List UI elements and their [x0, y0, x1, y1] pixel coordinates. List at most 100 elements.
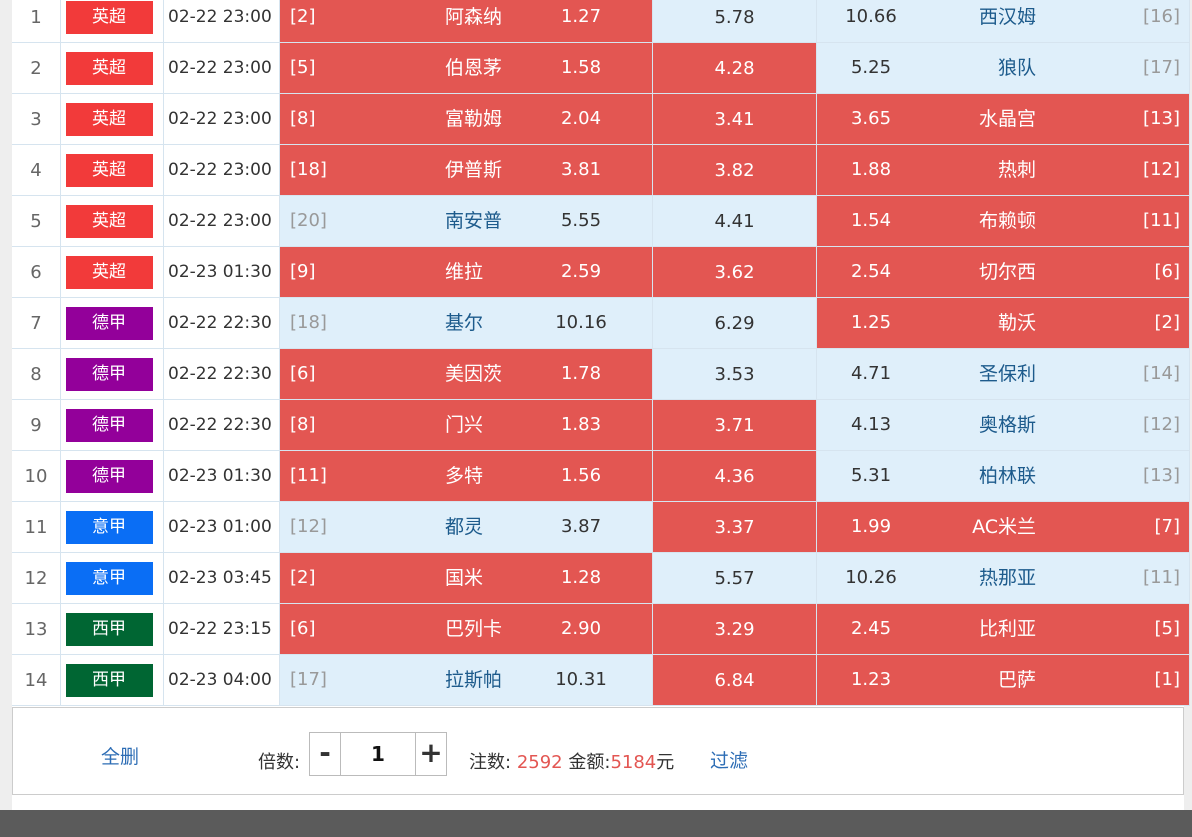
home-team: 门兴 — [445, 414, 484, 436]
match-time: 02-22 22:30 — [163, 399, 280, 451]
home-win-option[interactable]: [6] 美因茨 1.78 — [279, 348, 653, 400]
away-win-option[interactable]: 10.26 热那亚 [11] — [816, 552, 1190, 604]
league-cell: 英超 — [60, 0, 164, 43]
away-win-option[interactable]: 5.25 狼队 [17] — [816, 42, 1190, 94]
delete-all-link[interactable]: 全删 — [101, 742, 139, 769]
away-win-option[interactable]: 2.54 切尔西 [6] — [816, 246, 1190, 298]
away-team: 巴萨 — [997, 669, 1036, 691]
away-win-option[interactable]: 5.31 柏林联 [13] — [816, 450, 1190, 502]
home-odds: 1.27 — [560, 6, 602, 27]
league-badge[interactable]: 德甲 — [65, 306, 153, 340]
away-win-option[interactable]: 1.88 热刺 [12] — [816, 144, 1190, 196]
away-win-option[interactable]: 4.13 奥格斯 [12] — [816, 399, 1190, 451]
away-odds: 10.66 — [845, 6, 897, 27]
away-win-option[interactable]: 1.23 巴萨 [1] — [816, 654, 1190, 706]
home-win-option[interactable]: [8] 富勒姆 2.04 — [279, 93, 653, 145]
home-team: 拉斯帕 — [445, 669, 503, 691]
league-cell: 英超 — [60, 93, 164, 145]
home-rank: [12] — [290, 516, 327, 537]
draw-option[interactable]: 3.62 — [652, 246, 817, 298]
draw-option[interactable]: 4.36 — [652, 450, 817, 502]
home-win-option[interactable]: [2] 国米 1.28 — [279, 552, 653, 604]
league-cell: 德甲 — [60, 348, 164, 400]
match-row: 1 英超 02-22 23:00 [2] 阿森纳 1.27 5.78 10.66 西汉姆 [16] — [12, 0, 1190, 43]
league-badge[interactable]: 德甲 — [65, 357, 153, 391]
away-win-option[interactable]: 1.99 AC米兰 [7] — [816, 501, 1190, 553]
draw-option[interactable]: 6.84 — [652, 654, 817, 706]
row-number: 13 — [12, 603, 61, 655]
home-odds: 1.58 — [560, 57, 602, 78]
league-badge[interactable]: 英超 — [65, 204, 153, 238]
match-row: 8 德甲 02-22 22:30 [6] 美因茨 1.78 3.53 4.71 圣保利 [14] — [12, 348, 1190, 400]
away-win-option[interactable]: 4.71 圣保利 [14] — [816, 348, 1190, 400]
draw-option[interactable]: 5.57 — [652, 552, 817, 604]
league-badge[interactable]: 意甲 — [65, 510, 153, 544]
draw-option[interactable]: 4.41 — [652, 195, 817, 247]
away-odds: 1.23 — [850, 669, 892, 690]
draw-option[interactable]: 3.41 — [652, 93, 817, 145]
league-badge[interactable]: 英超 — [65, 102, 153, 136]
home-odds: 1.83 — [560, 414, 602, 435]
away-win-option[interactable]: 10.66 西汉姆 [16] — [816, 0, 1190, 43]
league-badge[interactable]: 英超 — [65, 51, 153, 85]
away-team: 切尔西 — [978, 261, 1036, 283]
away-win-option[interactable]: 2.45 比利亚 [5] — [816, 603, 1190, 655]
filter-link[interactable]: 过滤 — [710, 746, 748, 773]
home-win-option[interactable]: [8] 门兴 1.83 — [279, 399, 653, 451]
home-win-option[interactable]: [12] 都灵 3.87 — [279, 501, 653, 553]
league-badge[interactable]: 英超 — [65, 153, 153, 187]
away-rank: [16] — [1143, 6, 1180, 27]
league-badge[interactable]: 英超 — [65, 255, 153, 289]
away-win-option[interactable]: 3.65 水晶宫 [13] — [816, 93, 1190, 145]
away-odds: 5.25 — [850, 57, 892, 78]
multiplier-decrease-button[interactable]: - — [310, 733, 340, 775]
league-badge[interactable]: 意甲 — [65, 561, 153, 595]
home-win-option[interactable]: [2] 阿森纳 1.27 — [279, 0, 653, 43]
league-badge[interactable]: 德甲 — [65, 459, 153, 493]
draw-option[interactable]: 5.78 — [652, 0, 817, 43]
draw-option[interactable]: 3.37 — [652, 501, 817, 553]
away-win-option[interactable]: 1.25 勒沃 [2] — [816, 297, 1190, 349]
draw-option[interactable]: 6.29 — [652, 297, 817, 349]
away-team: 热那亚 — [978, 567, 1036, 589]
draw-option[interactable]: 3.82 — [652, 144, 817, 196]
match-row: 10 德甲 02-23 01:30 [11] 多特 1.56 4.36 5.31 柏林联 [13] — [12, 450, 1190, 502]
home-odds: 1.28 — [560, 567, 602, 588]
home-win-option[interactable]: [9] 维拉 2.59 — [279, 246, 653, 298]
league-badge[interactable]: 西甲 — [65, 612, 153, 646]
match-time: 02-22 23:00 — [163, 144, 280, 196]
multiplier-input[interactable]: 1 — [340, 733, 416, 775]
home-win-option[interactable]: [20] 南安普 5.55 — [279, 195, 653, 247]
home-win-option[interactable]: [17] 拉斯帕 10.31 — [279, 654, 653, 706]
draw-option[interactable]: 3.53 — [652, 348, 817, 400]
home-win-option[interactable]: [5] 伯恩茅 1.58 — [279, 42, 653, 94]
home-win-option[interactable]: [11] 多特 1.56 — [279, 450, 653, 502]
home-team: 基尔 — [445, 312, 484, 334]
multiplier-increase-button[interactable]: + — [416, 733, 446, 775]
away-win-option[interactable]: 1.54 布赖顿 [11] — [816, 195, 1190, 247]
draw-option[interactable]: 3.71 — [652, 399, 817, 451]
away-odds: 2.45 — [850, 618, 892, 639]
home-odds: 1.78 — [560, 363, 602, 384]
home-win-option[interactable]: [18] 基尔 10.16 — [279, 297, 653, 349]
away-team: AC米兰 — [972, 516, 1036, 538]
multiplier-label: 倍数: — [258, 752, 301, 773]
league-cell: 德甲 — [60, 399, 164, 451]
draw-option[interactable]: 3.29 — [652, 603, 817, 655]
home-win-option[interactable]: [18] 伊普斯 3.81 — [279, 144, 653, 196]
match-time: 02-22 23:15 — [163, 603, 280, 655]
away-odds: 1.25 — [850, 312, 892, 333]
match-time: 02-23 03:45 — [163, 552, 280, 604]
row-number: 11 — [12, 501, 61, 553]
league-badge[interactable]: 西甲 — [65, 663, 153, 697]
match-row: 14 西甲 02-23 04:00 [17] 拉斯帕 10.31 6.84 1.23 巴萨 [1] — [12, 654, 1190, 706]
home-rank: [2] — [290, 6, 316, 27]
bet-summary: 注数: 2592 金额:5184元 — [469, 748, 674, 774]
league-badge[interactable]: 德甲 — [65, 408, 153, 442]
home-win-option[interactable]: [6] 巴列卡 2.90 — [279, 603, 653, 655]
league-badge[interactable]: 英超 — [65, 0, 153, 34]
home-rank: [18] — [290, 312, 327, 333]
away-rank: [17] — [1143, 57, 1180, 78]
home-odds: 3.87 — [560, 516, 602, 537]
draw-option[interactable]: 4.28 — [652, 42, 817, 94]
